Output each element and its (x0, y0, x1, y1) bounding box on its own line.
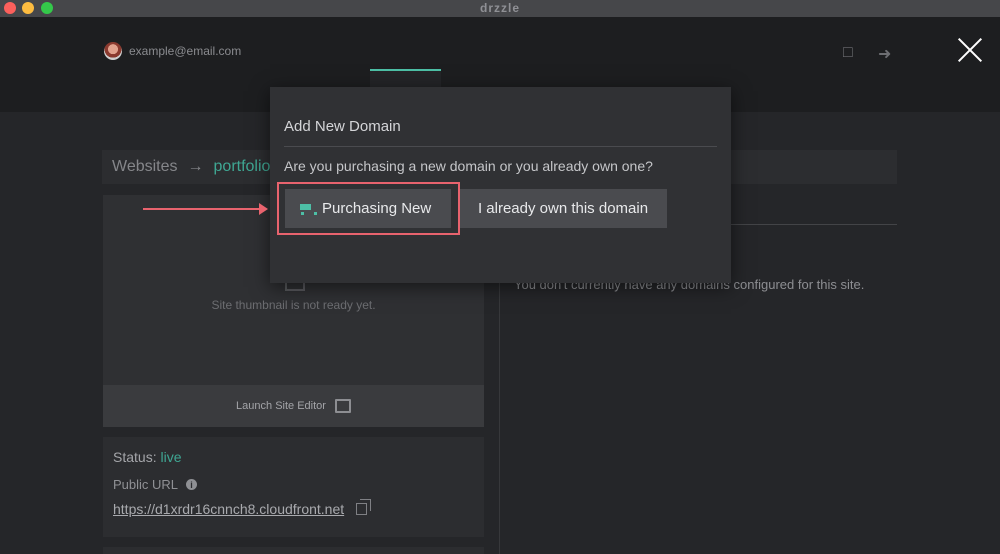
status-badge: live (160, 449, 182, 465)
info-icon[interactable]: i (186, 479, 198, 490)
breadcrumb-websites[interactable]: Websites (112, 158, 178, 176)
user-email: example@email.com (129, 44, 242, 58)
modal-divider (284, 146, 717, 147)
launch-label: Launch Site Editor (236, 400, 326, 412)
avatar (104, 42, 122, 60)
close-icon[interactable] (955, 36, 985, 66)
editor-icon (334, 399, 351, 413)
copy-icon[interactable] (356, 499, 372, 515)
public-url-row: https://d1xrdr16cnnch8.cloudfront.net (113, 499, 474, 517)
breadcrumb-current: portfolio (213, 158, 271, 175)
launch-site-editor-button[interactable]: Launch Site Editor (103, 385, 484, 427)
logout-icon[interactable]: ➜ (878, 44, 891, 64)
annotation-highlight (277, 182, 460, 235)
status-card: Status: live Public URL i https://d1xrdr… (103, 437, 484, 537)
chat-icon[interactable]: □ (843, 44, 853, 62)
public-url-label: Public URL (113, 477, 179, 492)
public-url-link[interactable]: https://d1xrdr16cnnch8.cloudfront.net (113, 501, 344, 517)
modal-question: Are you purchasing a new domain or you a… (284, 158, 653, 174)
arrow-right-icon: → (187, 158, 204, 175)
own-domain-label: I already own this domain (477, 200, 649, 217)
next-card (103, 547, 484, 554)
app-title: drzzle (479, 1, 520, 15)
modal-title: Add New Domain (284, 118, 401, 135)
status-line: Status: live (113, 449, 474, 465)
window-titlebar: drzzle (0, 0, 1000, 17)
own-domain-button[interactable]: I already own this domain (459, 189, 667, 228)
account-menu[interactable]: example@email.com (104, 42, 241, 60)
annotation-arrow-head (259, 203, 268, 215)
public-url-label-row: Public URL i (113, 477, 474, 492)
status-label: Status: (113, 449, 157, 465)
thumbnail-message: Site thumbnail is not ready yet. (211, 298, 376, 312)
annotation-arrow (143, 208, 261, 210)
